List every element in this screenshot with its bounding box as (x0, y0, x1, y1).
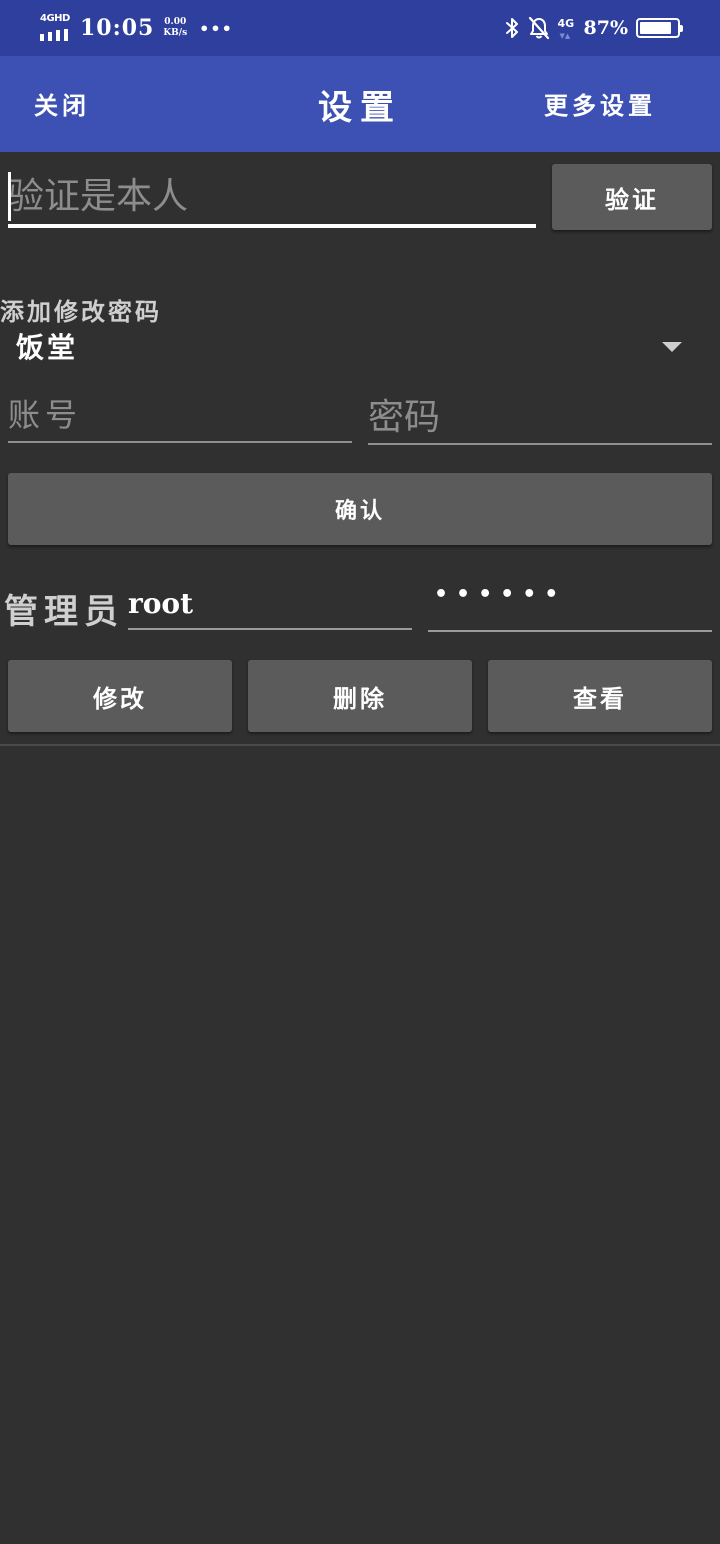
verify-button[interactable]: 验证 (552, 164, 712, 230)
bluetooth-icon (505, 18, 518, 38)
admin-label: 管理员 (4, 592, 124, 632)
4g-data-icon: 4G ▼▲ (557, 17, 575, 40)
password-input[interactable] (368, 393, 712, 441)
cellular-signal-icon: 4GHD (40, 13, 72, 43)
delete-button[interactable]: 删除 (248, 660, 472, 732)
admin-password-mask: •••••• (434, 582, 567, 607)
account-field[interactable] (8, 391, 352, 443)
add-password-section-label: 添加修改密码 (0, 297, 162, 326)
account-input[interactable] (8, 391, 352, 439)
network-speed-unit: KB/s (163, 28, 188, 38)
close-button[interactable]: 关闭 (34, 86, 90, 121)
verify-identity-field[interactable] (8, 164, 536, 228)
text-cursor (8, 172, 11, 221)
view-button[interactable]: 查看 (488, 660, 712, 732)
battery-percent: 87% (583, 17, 629, 39)
category-dropdown[interactable]: 饭堂 (16, 326, 696, 370)
dropdown-arrow-icon (662, 342, 682, 352)
modify-button[interactable]: 修改 (8, 660, 232, 732)
network-type-label: 4GHD (40, 13, 70, 24)
password-field[interactable] (368, 392, 712, 445)
network-speed: 0.00 KB/s (163, 17, 187, 39)
more-settings-button[interactable]: 更多设置 (544, 86, 656, 121)
confirm-button[interactable]: 确认 (8, 473, 712, 545)
verify-identity-input[interactable] (8, 170, 528, 222)
more-notifications-icon: ••• (199, 18, 233, 38)
battery-icon (636, 18, 683, 38)
admin-username-field[interactable] (128, 580, 412, 630)
divider (0, 744, 720, 746)
app-bar: 关闭 设置 更多设置 (0, 56, 720, 152)
clock: 10:05 (80, 15, 155, 41)
admin-username-input[interactable] (128, 580, 412, 626)
mute-bell-icon (528, 16, 549, 40)
network-speed-value: 0.00 (164, 17, 187, 27)
dropdown-selected-value: 饭堂 (16, 331, 79, 364)
status-bar: 4GHD 10:05 0.00 KB/s ••• 4G ▼▲ 87% (0, 0, 720, 56)
admin-password-field[interactable]: •••••• (428, 582, 712, 632)
4g-label: 4G (557, 17, 575, 30)
